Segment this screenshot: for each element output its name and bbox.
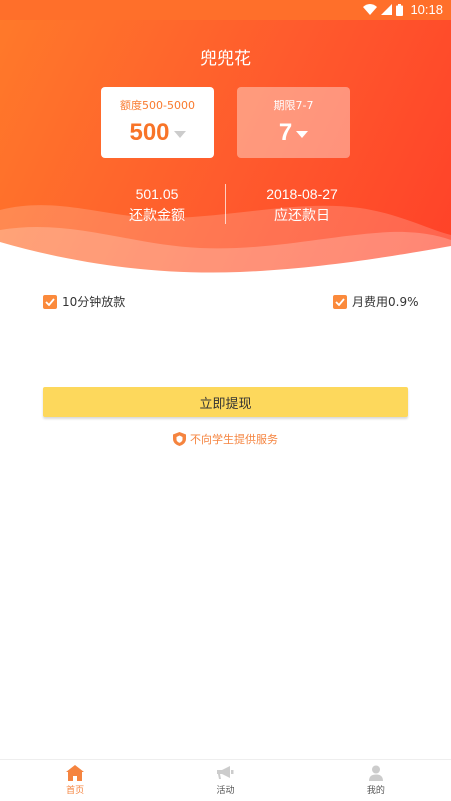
tab-home[interactable]: 首页 xyxy=(0,760,150,801)
repay-amount-block: 501.05 还款金额 xyxy=(77,186,237,225)
status-bar: 10:18 xyxy=(0,0,451,20)
due-date-label: 应还款日 xyxy=(274,208,330,224)
status-time: 10:18 xyxy=(410,2,443,17)
repay-amount-label: 还款金额 xyxy=(129,208,185,224)
tab-activity[interactable]: 活动 xyxy=(150,760,300,801)
signal-icon xyxy=(381,4,393,15)
hero-banner xyxy=(0,0,451,280)
term-value: 7 xyxy=(278,119,293,146)
battery-icon xyxy=(396,3,404,16)
tab-home-label: 首页 xyxy=(66,786,85,796)
amount-selector[interactable]: 额度500-5000 500 xyxy=(101,87,214,158)
withdraw-button[interactable]: 立即提现 xyxy=(43,387,408,417)
due-date-block: 2018-08-27 应还款日 xyxy=(222,186,382,225)
student-notice: 不向学生提供服务 xyxy=(0,431,451,447)
bottom-tab-bar: 首页 活动 我的 xyxy=(0,759,451,801)
student-notice-text: 不向学生提供服务 xyxy=(190,433,278,446)
checkbox-checked-icon[interactable] xyxy=(43,294,57,309)
term-selector[interactable]: 期限7-7 7 xyxy=(237,87,350,158)
user-icon xyxy=(368,765,383,781)
dropdown-arrow-icon xyxy=(173,130,186,138)
home-icon xyxy=(66,765,85,781)
term-range-label: 期限7-7 xyxy=(273,99,314,112)
monthly-fee-option[interactable]: 月费用0.9% xyxy=(333,293,419,310)
fast-loan-option[interactable]: 10分钟放款 xyxy=(43,293,125,310)
tab-mine[interactable]: 我的 xyxy=(301,760,451,801)
due-date-value: 2018-08-27 xyxy=(266,186,338,202)
wifi-icon xyxy=(363,4,378,15)
amount-value: 500 xyxy=(129,119,170,146)
amount-range-label: 额度500-5000 xyxy=(120,99,195,112)
shield-icon xyxy=(173,432,186,446)
dropdown-arrow-icon xyxy=(296,130,309,138)
monthly-fee-label: 月费用0.9% xyxy=(352,295,419,309)
megaphone-icon xyxy=(217,766,234,779)
checkbox-checked-icon[interactable] xyxy=(333,294,347,309)
repay-amount-value: 501.05 xyxy=(135,186,179,202)
fast-loan-label: 10分钟放款 xyxy=(62,295,126,309)
tab-mine-label: 我的 xyxy=(366,786,385,796)
page-title: 兜兜花 xyxy=(200,49,251,69)
tab-activity-label: 活动 xyxy=(216,786,235,796)
